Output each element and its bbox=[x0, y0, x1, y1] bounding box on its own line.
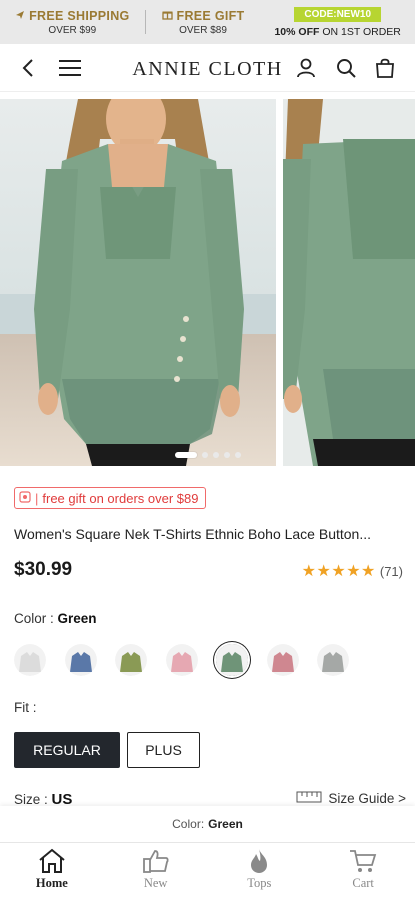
tab-new[interactable]: New bbox=[104, 843, 208, 900]
color-swatches bbox=[14, 644, 349, 676]
carousel-indicator bbox=[0, 452, 415, 458]
account-icon[interactable] bbox=[290, 52, 322, 84]
carousel-dot[interactable] bbox=[234, 452, 241, 458]
free-gift-threshold: OVER $89 bbox=[179, 24, 227, 36]
carousel-dot[interactable] bbox=[223, 452, 230, 458]
size-region[interactable]: US bbox=[52, 791, 73, 805]
color-swatch-grey[interactable] bbox=[317, 644, 349, 676]
shopping-bag-icon[interactable] bbox=[369, 52, 401, 84]
gift-icon bbox=[161, 9, 173, 23]
color-swatch-pink[interactable] bbox=[165, 644, 198, 676]
size-guide-link[interactable]: Size Guide > bbox=[296, 791, 406, 805]
carousel-dot[interactable] bbox=[212, 452, 219, 458]
fit-option-regular[interactable]: REGULAR bbox=[14, 732, 120, 768]
free-gift-title: FREE GIFT bbox=[176, 8, 245, 23]
home-icon bbox=[38, 846, 66, 876]
free-shipping-promo: FREE SHIPPING OVER $99 bbox=[0, 0, 145, 44]
promo-code-badge: CODE:NEW10 bbox=[294, 6, 382, 22]
bottom-tab-bar: Home New Tops Cart bbox=[0, 842, 415, 900]
tab-cart[interactable]: Cart bbox=[311, 843, 415, 900]
first-order-promo: CODE:NEW10 10% OFF ON 1ST ORDER bbox=[260, 0, 415, 44]
product-image-secondary[interactable] bbox=[283, 99, 415, 466]
carousel-dot-active[interactable] bbox=[174, 452, 197, 458]
promo-bar[interactable]: FREE SHIPPING OVER $99 FREE GIFT OVER $8… bbox=[0, 0, 415, 44]
carousel-dot[interactable] bbox=[201, 452, 208, 458]
thumbs-up-icon bbox=[142, 846, 170, 876]
tab-tops[interactable]: Tops bbox=[208, 843, 312, 900]
search-icon[interactable] bbox=[330, 52, 362, 84]
free-gift-tag[interactable]: | free gift on orders over $89 bbox=[14, 487, 207, 509]
product-price: $30.99 bbox=[14, 559, 73, 580]
free-shipping-threshold: OVER $99 bbox=[48, 24, 97, 36]
back-icon[interactable] bbox=[12, 52, 44, 84]
color-swatch-rose[interactable] bbox=[266, 644, 299, 676]
color-swatch-green[interactable] bbox=[216, 644, 248, 676]
gift-tag-icon bbox=[19, 490, 31, 506]
ruler-icon bbox=[296, 791, 322, 805]
size-label: Size : bbox=[14, 792, 48, 805]
plane-icon bbox=[15, 9, 25, 23]
color-label: Color : Green bbox=[14, 611, 97, 626]
review-count: (71) bbox=[379, 563, 403, 579]
product-image-carousel[interactable] bbox=[0, 99, 415, 469]
size-row: Size : US Size Guide > bbox=[14, 791, 406, 805]
selected-color: Green bbox=[57, 611, 97, 626]
color-swatch-blue[interactable] bbox=[64, 644, 97, 676]
product-title: Women's Square Nek T-Shirts Ethnic Boho … bbox=[14, 526, 372, 542]
flame-icon bbox=[247, 846, 271, 876]
free-gift-promo: FREE GIFT OVER $89 bbox=[146, 0, 261, 44]
color-swatch-olive[interactable] bbox=[115, 644, 147, 676]
menu-icon[interactable] bbox=[54, 52, 86, 84]
cart-icon bbox=[349, 846, 377, 876]
star-rating-icon: ★★★★★ bbox=[301, 563, 376, 580]
product-rating[interactable]: ★★★★★ (71) bbox=[302, 561, 403, 581]
fit-label: Fit : bbox=[14, 700, 37, 715]
color-swatch-white-floral[interactable] bbox=[14, 644, 46, 676]
gift-tag-text: free gift on orders over $89 bbox=[42, 490, 199, 506]
selected-color-summary: Green bbox=[208, 817, 243, 831]
fit-option-plus[interactable]: PLUS bbox=[127, 732, 200, 768]
selected-options-bar: Color: Green bbox=[0, 806, 415, 842]
code-discount: 10% OFF bbox=[274, 25, 320, 38]
top-nav: ANNIE CLOTH bbox=[0, 44, 415, 92]
free-shipping-title: FREE SHIPPING bbox=[29, 8, 130, 23]
tab-home[interactable]: Home bbox=[0, 843, 104, 900]
product-image-main[interactable] bbox=[0, 99, 276, 466]
code-condition: ON 1ST ORDER bbox=[319, 25, 401, 38]
